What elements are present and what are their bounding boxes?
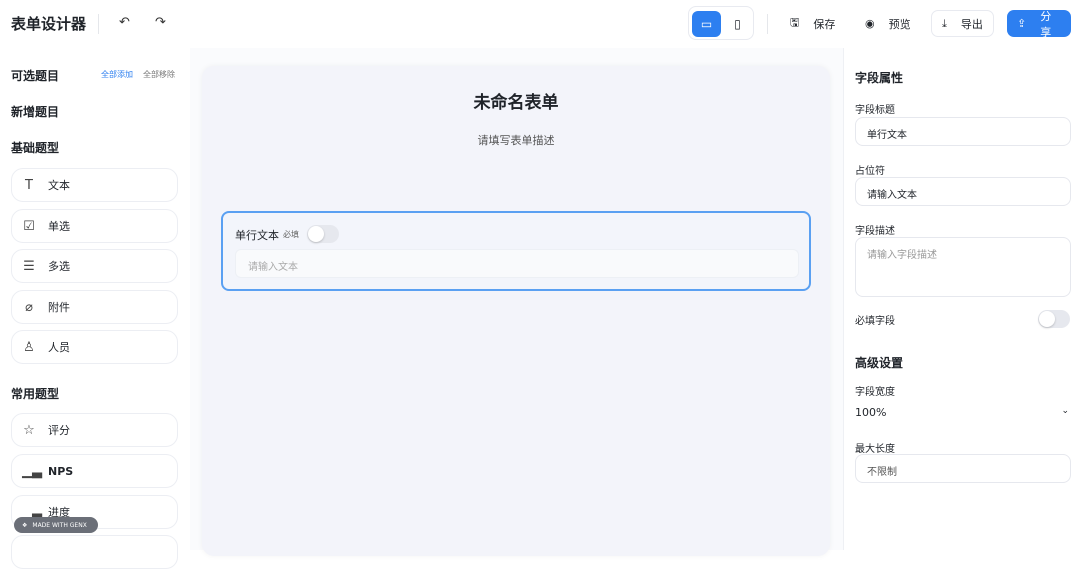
divider — [98, 14, 99, 34]
redo-icon[interactable]: ↷ — [155, 15, 166, 30]
field-title-label: 字段标题 — [855, 105, 895, 116]
placeholder-label: 占位符 — [855, 166, 885, 177]
left-panel: 可选题目 全部添加 全部移除 新增题目 基础题型 T 文本 ☑ 单选 ☰ 多选 ⌀ 附件… — [0, 48, 190, 569]
description-label: 字段描述 — [855, 226, 895, 237]
field-label: 单行文本 — [235, 229, 279, 242]
divider — [767, 14, 768, 34]
app-title: 表单设计器 — [11, 15, 87, 33]
made-with-badge: ❖ MADE WITH GENX — [14, 517, 98, 533]
common-title: 常用题型 — [11, 387, 60, 401]
width-select[interactable]: 100% ⌄ — [855, 398, 1071, 427]
item-more[interactable] — [11, 535, 178, 569]
item-rating[interactable]: ☆ 评分 — [11, 413, 178, 447]
eye-icon: ◉ — [865, 17, 875, 30]
field-title-input[interactable]: 单行文本 — [855, 117, 1071, 146]
properties-panel: 字段属性 字段标题 单行文本 占位符 请输入文本 字段描述 请输入字段描述 必填… — [843, 48, 1080, 550]
required-field-toggle[interactable] — [1038, 310, 1070, 328]
download-icon: ⤓ — [942, 16, 947, 30]
required-label: 必填 — [283, 230, 299, 239]
required-toggle[interactable] — [307, 225, 339, 243]
optional-title: 可选题目 — [11, 69, 60, 83]
preview-button[interactable]: ◉ 预览 — [855, 10, 921, 37]
field-input-preview[interactable]: 请输入文本 — [235, 249, 799, 278]
device-toggle: ▭ ▯ — [688, 6, 754, 40]
item-single[interactable]: ☑ 单选 — [11, 209, 178, 243]
advanced-title: 高级设置 — [855, 356, 904, 370]
item-attachment[interactable]: ⌀ 附件 — [11, 290, 178, 324]
user-icon: ♙ — [23, 339, 35, 355]
share-icon: ⇪ — [1017, 17, 1027, 30]
item-person[interactable]: ♙ 人员 — [11, 330, 178, 364]
star-icon: ☆ — [23, 422, 35, 438]
description-textarea[interactable]: 请输入字段描述 — [855, 237, 1071, 297]
bar-chart-icon: ▁▃ — [22, 463, 42, 479]
chevron-down-icon: ⌄ — [1061, 406, 1069, 416]
new-title: 新增题目 — [11, 105, 60, 119]
width-label: 字段宽度 — [855, 387, 895, 398]
add-all-link[interactable]: 全部添加 — [101, 69, 133, 80]
form-field-card[interactable]: 单行文本 必填 请输入文本 — [221, 211, 811, 291]
save-button[interactable]: 🖫 保存 — [780, 10, 845, 37]
mobile-icon[interactable]: ▯ — [723, 11, 752, 37]
save-icon: 🖫 — [790, 16, 800, 29]
item-multi[interactable]: ☰ 多选 — [11, 249, 178, 283]
placeholder-input[interactable]: 请输入文本 — [855, 177, 1071, 206]
list-icon: ☰ — [23, 258, 35, 274]
item-nps[interactable]: ▁▃ NPS — [11, 454, 178, 488]
form-description[interactable]: 请填写表单描述 — [202, 132, 830, 148]
form-canvas: 未命名表单 请填写表单描述 单行文本 必填 请输入文本 — [202, 66, 830, 556]
logo-icon: ❖ — [22, 521, 28, 529]
properties-title: 字段属性 — [855, 71, 904, 85]
basic-title: 基础题型 — [11, 141, 60, 155]
undo-icon[interactable]: ↶ — [119, 15, 130, 30]
maxlen-input[interactable]: 不限制 — [855, 454, 1071, 483]
export-button[interactable]: ⤓ 导出 — [931, 10, 994, 37]
form-title[interactable]: 未命名表单 — [202, 88, 830, 113]
maxlen-label: 最大长度 — [855, 444, 895, 455]
toolbar: 表单设计器 ↶ ↷ ▭ ▯ 🖫 保存 ◉ 预览 ⤓ 导出 ⇪ 分享 — [0, 0, 1080, 48]
paperclip-icon: ⌀ — [25, 299, 33, 315]
required-field-label: 必填字段 — [855, 316, 895, 327]
checkbox-icon: ☑ — [23, 218, 35, 234]
desktop-icon[interactable]: ▭ — [692, 11, 721, 37]
item-text[interactable]: T 文本 — [11, 168, 178, 202]
remove-all-link[interactable]: 全部移除 — [143, 69, 175, 80]
share-button[interactable]: ⇪ 分享 — [1007, 10, 1071, 39]
text-icon: T — [25, 177, 33, 193]
